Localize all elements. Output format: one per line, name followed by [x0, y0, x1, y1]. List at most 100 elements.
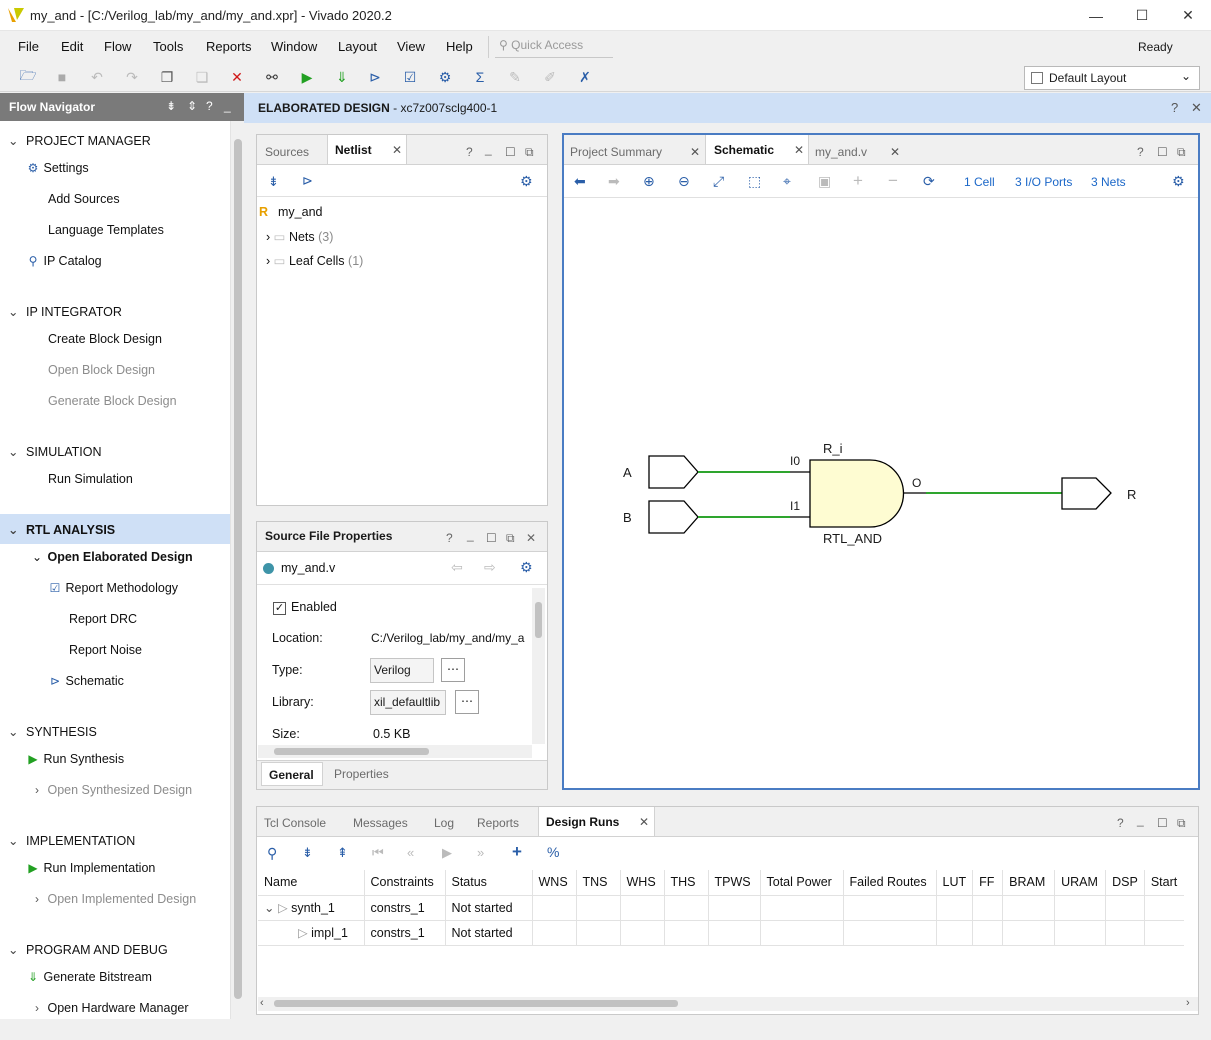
close-icon[interactable]: ✕ — [639, 815, 649, 829]
menu-reports[interactable]: Reports — [206, 39, 252, 54]
save-icon[interactable]: ■ — [52, 67, 72, 87]
search-icon[interactable]: ⚲ — [267, 845, 277, 862]
next-icon[interactable]: » — [477, 845, 484, 860]
schematic-canvas[interactable] — [564, 198, 1198, 788]
settings-icon[interactable]: ⚙ — [435, 67, 455, 87]
chevron-right-icon[interactable]: › — [1186, 997, 1190, 1009]
probe-icon[interactable]: ✐ — [540, 67, 560, 87]
tab-project-summary[interactable]: Project Summary — [570, 137, 662, 165]
nav-open-elaborated-design[interactable]: ⌄ Open Elaborated Design — [30, 550, 193, 564]
nav-open-block-design[interactable]: Open Block Design — [48, 363, 155, 377]
properties-hscroll[interactable] — [258, 745, 532, 758]
float-icon[interactable]: ⧉ — [506, 531, 515, 546]
close-icon[interactable]: ✕ — [1191, 100, 1202, 116]
minimize-panel-icon[interactable]: _ — [224, 99, 231, 113]
schematic-icon[interactable]: ⊳ — [302, 173, 313, 189]
section-project-manager[interactable]: ⌄ PROJECT MANAGER — [8, 133, 151, 148]
tab-log[interactable]: Log — [434, 808, 454, 836]
collapse-all-icon[interactable]: ⇟ — [166, 99, 176, 113]
collapse-all-icon[interactable]: ⇟ — [302, 845, 313, 861]
properties-vscroll[interactable] — [532, 588, 545, 744]
tab-messages[interactable]: Messages — [353, 808, 408, 836]
help-icon[interactable]: ? — [1137, 145, 1144, 159]
scrollbar-thumb[interactable] — [274, 748, 429, 755]
library-field[interactable]: xil_defaultlib — [370, 690, 446, 715]
generate-bitstream-icon[interactable]: ⇓ — [332, 67, 352, 87]
gear-icon[interactable]: ⚙ — [1172, 173, 1185, 190]
nav-create-block-design[interactable]: Create Block Design — [48, 332, 162, 346]
nav-run-implementation[interactable]: ▶ Run Implementation — [26, 861, 155, 875]
float-icon[interactable]: ⧉ — [1177, 816, 1186, 831]
nav-open-implemented-design[interactable]: › Open Implemented Design — [30, 892, 196, 906]
col-status[interactable]: Status — [445, 870, 533, 896]
table-row[interactable]: ⌄ ▷ synth_1 constrs_1 Not started — [258, 895, 1185, 921]
refresh-icon[interactable]: ⟳ — [923, 173, 935, 190]
nav-report-methodology[interactable]: ☑ Report Methodology — [48, 581, 178, 595]
netlist-top[interactable]: my_and — [278, 205, 322, 219]
maximize-icon[interactable]: ☐ — [505, 145, 516, 159]
menu-view[interactable]: View — [397, 39, 425, 54]
float-icon[interactable]: ⧉ — [525, 145, 534, 160]
run-icon[interactable]: ▶ — [297, 67, 317, 87]
nav-report-drc[interactable]: Report DRC — [69, 612, 137, 626]
float-icon[interactable]: ⧉ — [1177, 145, 1186, 160]
col-constraints[interactable]: Constraints — [364, 870, 446, 896]
nav-open-hardware-manager[interactable]: › Open Hardware Manager — [30, 1001, 189, 1015]
input-port-a[interactable] — [648, 455, 699, 489]
collapse-all-icon[interactable]: ⇟ — [268, 174, 279, 190]
col-ff[interactable]: FF — [972, 870, 1004, 896]
quick-access-input[interactable]: ⚲ Quick Access — [495, 34, 613, 58]
col-lut[interactable]: LUT — [936, 870, 974, 896]
expand-icon[interactable]: ⇕ — [187, 99, 197, 113]
chevron-right-icon[interactable]: › — [266, 230, 270, 244]
close-icon[interactable]: ✕ — [890, 145, 900, 159]
nav-open-synthesized-design[interactable]: › Open Synthesized Design — [30, 783, 192, 797]
sigma-icon[interactable]: Σ — [470, 67, 490, 87]
cancel-icon[interactable]: ✗ — [575, 67, 595, 87]
col-tns[interactable]: TNS — [576, 870, 621, 896]
open-project-icon[interactable]: 🗁 — [18, 67, 38, 87]
minimize-icon[interactable]: _ — [467, 528, 474, 542]
minimize-icon[interactable]: _ — [1137, 813, 1144, 827]
run-name-cell[interactable]: ⌄ ▷ synth_1 — [258, 895, 365, 921]
nav-schematic[interactable]: ⊳ Schematic — [48, 674, 124, 688]
tab-design-runs[interactable]: Design Runs ✕ — [538, 807, 655, 836]
nets-node[interactable]: › ▭ Nets (3) — [266, 229, 333, 244]
add-run-icon[interactable]: + — [512, 842, 522, 862]
schematic-icon[interactable]: ⊳ — [365, 67, 385, 87]
nav-ip-catalog[interactable]: ⚲ IP Catalog — [26, 254, 102, 268]
table-row[interactable]: ▷ impl_1 constrs_1 Not started — [258, 920, 1185, 946]
section-implementation[interactable]: ⌄ IMPLEMENTATION — [8, 833, 135, 848]
leaf-cells-node[interactable]: › ▭ Leaf Cells (1) — [266, 253, 363, 268]
expand-icon[interactable]: + — [853, 171, 863, 191]
type-more-button[interactable]: ⋯ — [441, 658, 465, 682]
chevron-right-icon[interactable]: › — [266, 254, 270, 268]
close-window-button[interactable]: ✕ — [1165, 0, 1211, 31]
menu-window[interactable]: Window — [271, 39, 317, 54]
tab-reports[interactable]: Reports — [477, 808, 519, 836]
input-port-b[interactable] — [648, 500, 699, 534]
col-ths[interactable]: THS — [664, 870, 709, 896]
col-wns[interactable]: WNS — [532, 870, 577, 896]
copy-icon[interactable]: ❐ — [157, 67, 177, 87]
and-gate-cell[interactable] — [809, 459, 905, 528]
col-whs[interactable]: WHS — [620, 870, 665, 896]
gear-icon[interactable]: ⚙ — [520, 173, 533, 190]
maximize-icon[interactable]: ☐ — [486, 531, 497, 545]
scrollbar-thumb[interactable] — [535, 602, 542, 638]
nav-add-sources[interactable]: Add Sources — [48, 192, 120, 206]
nav-language-templates[interactable]: Language Templates — [48, 223, 164, 237]
zoom-out-icon[interactable]: ⊖ — [678, 173, 690, 190]
nav-report-noise[interactable]: Report Noise — [69, 643, 142, 657]
play-icon[interactable]: ▶ — [442, 845, 452, 861]
section-synthesis[interactable]: ⌄ SYNTHESIS — [8, 724, 97, 739]
tab-sources[interactable]: Sources — [265, 137, 309, 165]
chevron-down-icon[interactable]: ⌄ — [264, 901, 274, 915]
layout-select[interactable]: Default Layout ⌄ — [1024, 66, 1200, 90]
collapse-icon[interactable]: − — [888, 171, 898, 191]
maximize-icon[interactable]: ☐ — [1157, 145, 1168, 159]
minimize-button[interactable]: — — [1073, 0, 1119, 31]
redo-icon[interactable]: ↷ — [122, 67, 142, 87]
scrollbar-thumb[interactable] — [234, 139, 242, 999]
menu-file[interactable]: File — [18, 39, 39, 54]
